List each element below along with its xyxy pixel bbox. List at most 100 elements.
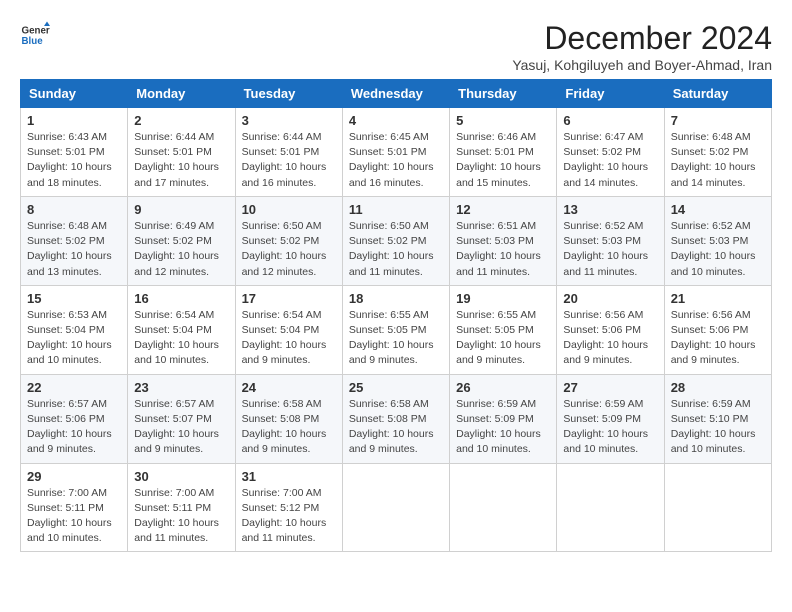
day-number: 28 (671, 380, 765, 395)
svg-text:General: General (22, 26, 51, 37)
day-number: 31 (242, 469, 336, 484)
month-title: December 2024 (512, 20, 772, 57)
calendar-cell: 13 Sunrise: 6:52 AM Sunset: 5:03 PM Dayl… (557, 196, 664, 285)
calendar-cell: 4 Sunrise: 6:45 AM Sunset: 5:01 PM Dayli… (342, 108, 449, 197)
day-info: Sunrise: 6:59 AM Sunset: 5:09 PM Dayligh… (456, 397, 550, 458)
day-info: Sunrise: 6:53 AM Sunset: 5:04 PM Dayligh… (27, 308, 121, 369)
day-info: Sunrise: 6:59 AM Sunset: 5:09 PM Dayligh… (563, 397, 657, 458)
day-number: 9 (134, 202, 228, 217)
calendar-header-row: SundayMondayTuesdayWednesdayThursdayFrid… (21, 80, 772, 108)
weekday-header: Saturday (664, 80, 771, 108)
day-info: Sunrise: 6:50 AM Sunset: 5:02 PM Dayligh… (349, 219, 443, 280)
day-info: Sunrise: 6:54 AM Sunset: 5:04 PM Dayligh… (134, 308, 228, 369)
weekday-header: Monday (128, 80, 235, 108)
calendar-cell: 8 Sunrise: 6:48 AM Sunset: 5:02 PM Dayli… (21, 196, 128, 285)
calendar-cell: 16 Sunrise: 6:54 AM Sunset: 5:04 PM Dayl… (128, 285, 235, 374)
day-number: 12 (456, 202, 550, 217)
weekday-header: Friday (557, 80, 664, 108)
day-info: Sunrise: 6:55 AM Sunset: 5:05 PM Dayligh… (456, 308, 550, 369)
calendar-cell: 21 Sunrise: 6:56 AM Sunset: 5:06 PM Dayl… (664, 285, 771, 374)
calendar-cell: 19 Sunrise: 6:55 AM Sunset: 5:05 PM Dayl… (450, 285, 557, 374)
day-number: 27 (563, 380, 657, 395)
calendar-cell: 27 Sunrise: 6:59 AM Sunset: 5:09 PM Dayl… (557, 374, 664, 463)
calendar-cell: 30 Sunrise: 7:00 AM Sunset: 5:11 PM Dayl… (128, 463, 235, 552)
calendar-cell: 14 Sunrise: 6:52 AM Sunset: 5:03 PM Dayl… (664, 196, 771, 285)
calendar-week-row: 22 Sunrise: 6:57 AM Sunset: 5:06 PM Dayl… (21, 374, 772, 463)
calendar-cell: 1 Sunrise: 6:43 AM Sunset: 5:01 PM Dayli… (21, 108, 128, 197)
day-number: 22 (27, 380, 121, 395)
calendar-cell: 20 Sunrise: 6:56 AM Sunset: 5:06 PM Dayl… (557, 285, 664, 374)
day-info: Sunrise: 6:43 AM Sunset: 5:01 PM Dayligh… (27, 130, 121, 191)
day-number: 8 (27, 202, 121, 217)
calendar-week-row: 29 Sunrise: 7:00 AM Sunset: 5:11 PM Dayl… (21, 463, 772, 552)
day-info: Sunrise: 6:58 AM Sunset: 5:08 PM Dayligh… (242, 397, 336, 458)
day-info: Sunrise: 6:49 AM Sunset: 5:02 PM Dayligh… (134, 219, 228, 280)
calendar-cell: 29 Sunrise: 7:00 AM Sunset: 5:11 PM Dayl… (21, 463, 128, 552)
weekday-header: Wednesday (342, 80, 449, 108)
calendar-week-row: 8 Sunrise: 6:48 AM Sunset: 5:02 PM Dayli… (21, 196, 772, 285)
calendar-cell: 7 Sunrise: 6:48 AM Sunset: 5:02 PM Dayli… (664, 108, 771, 197)
day-number: 21 (671, 291, 765, 306)
calendar-cell: 22 Sunrise: 6:57 AM Sunset: 5:06 PM Dayl… (21, 374, 128, 463)
day-number: 30 (134, 469, 228, 484)
day-info: Sunrise: 6:44 AM Sunset: 5:01 PM Dayligh… (242, 130, 336, 191)
weekday-header: Thursday (450, 80, 557, 108)
logo-icon: General Blue (20, 20, 50, 50)
day-number: 18 (349, 291, 443, 306)
day-number: 6 (563, 113, 657, 128)
calendar-cell: 15 Sunrise: 6:53 AM Sunset: 5:04 PM Dayl… (21, 285, 128, 374)
location-title: Yasuj, Kohgiluyeh and Boyer-Ahmad, Iran (512, 57, 772, 73)
calendar-week-row: 1 Sunrise: 6:43 AM Sunset: 5:01 PM Dayli… (21, 108, 772, 197)
day-info: Sunrise: 6:57 AM Sunset: 5:07 PM Dayligh… (134, 397, 228, 458)
day-number: 16 (134, 291, 228, 306)
day-number: 2 (134, 113, 228, 128)
day-info: Sunrise: 7:00 AM Sunset: 5:12 PM Dayligh… (242, 486, 336, 547)
calendar-cell: 26 Sunrise: 6:59 AM Sunset: 5:09 PM Dayl… (450, 374, 557, 463)
day-info: Sunrise: 6:52 AM Sunset: 5:03 PM Dayligh… (563, 219, 657, 280)
page-header: General Blue December 2024 Yasuj, Kohgil… (20, 20, 772, 73)
day-info: Sunrise: 6:58 AM Sunset: 5:08 PM Dayligh… (349, 397, 443, 458)
calendar-cell: 3 Sunrise: 6:44 AM Sunset: 5:01 PM Dayli… (235, 108, 342, 197)
calendar-cell: 11 Sunrise: 6:50 AM Sunset: 5:02 PM Dayl… (342, 196, 449, 285)
weekday-header: Tuesday (235, 80, 342, 108)
calendar-cell: 2 Sunrise: 6:44 AM Sunset: 5:01 PM Dayli… (128, 108, 235, 197)
calendar-cell: 9 Sunrise: 6:49 AM Sunset: 5:02 PM Dayli… (128, 196, 235, 285)
calendar-cell: 10 Sunrise: 6:50 AM Sunset: 5:02 PM Dayl… (235, 196, 342, 285)
svg-text:Blue: Blue (22, 36, 44, 47)
day-number: 14 (671, 202, 765, 217)
calendar-cell: 31 Sunrise: 7:00 AM Sunset: 5:12 PM Dayl… (235, 463, 342, 552)
day-number: 1 (27, 113, 121, 128)
day-info: Sunrise: 7:00 AM Sunset: 5:11 PM Dayligh… (134, 486, 228, 547)
day-number: 4 (349, 113, 443, 128)
calendar-cell: 18 Sunrise: 6:55 AM Sunset: 5:05 PM Dayl… (342, 285, 449, 374)
calendar-cell: 5 Sunrise: 6:46 AM Sunset: 5:01 PM Dayli… (450, 108, 557, 197)
day-info: Sunrise: 6:50 AM Sunset: 5:02 PM Dayligh… (242, 219, 336, 280)
calendar-cell (342, 463, 449, 552)
day-number: 10 (242, 202, 336, 217)
calendar-cell: 28 Sunrise: 6:59 AM Sunset: 5:10 PM Dayl… (664, 374, 771, 463)
calendar-cell: 25 Sunrise: 6:58 AM Sunset: 5:08 PM Dayl… (342, 374, 449, 463)
calendar-cell: 17 Sunrise: 6:54 AM Sunset: 5:04 PM Dayl… (235, 285, 342, 374)
calendar-week-row: 15 Sunrise: 6:53 AM Sunset: 5:04 PM Dayl… (21, 285, 772, 374)
day-number: 19 (456, 291, 550, 306)
day-number: 20 (563, 291, 657, 306)
calendar-table: SundayMondayTuesdayWednesdayThursdayFrid… (20, 79, 772, 552)
day-number: 25 (349, 380, 443, 395)
day-number: 3 (242, 113, 336, 128)
day-number: 24 (242, 380, 336, 395)
day-number: 26 (456, 380, 550, 395)
calendar-cell: 12 Sunrise: 6:51 AM Sunset: 5:03 PM Dayl… (450, 196, 557, 285)
day-number: 23 (134, 380, 228, 395)
day-info: Sunrise: 6:54 AM Sunset: 5:04 PM Dayligh… (242, 308, 336, 369)
calendar-cell (557, 463, 664, 552)
day-info: Sunrise: 6:47 AM Sunset: 5:02 PM Dayligh… (563, 130, 657, 191)
day-number: 29 (27, 469, 121, 484)
calendar-cell (450, 463, 557, 552)
day-number: 17 (242, 291, 336, 306)
calendar-cell: 23 Sunrise: 6:57 AM Sunset: 5:07 PM Dayl… (128, 374, 235, 463)
day-info: Sunrise: 6:52 AM Sunset: 5:03 PM Dayligh… (671, 219, 765, 280)
day-number: 13 (563, 202, 657, 217)
day-info: Sunrise: 6:45 AM Sunset: 5:01 PM Dayligh… (349, 130, 443, 191)
day-info: Sunrise: 6:44 AM Sunset: 5:01 PM Dayligh… (134, 130, 228, 191)
day-info: Sunrise: 6:56 AM Sunset: 5:06 PM Dayligh… (671, 308, 765, 369)
